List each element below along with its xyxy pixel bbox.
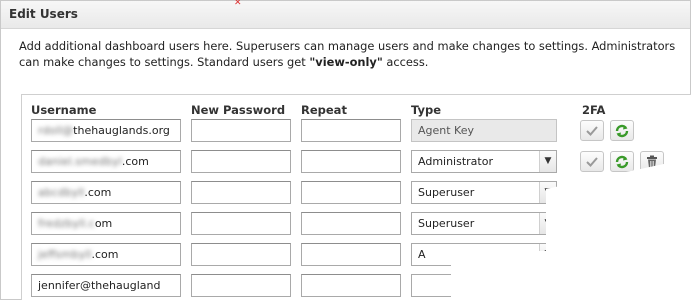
repeat-password-input[interactable] — [301, 243, 401, 266]
repeat-password-input[interactable] — [301, 212, 401, 235]
repeat-password-input[interactable] — [301, 274, 401, 297]
username-input[interactable]: fredzbyll.com — [31, 212, 181, 235]
type-value-readonly: Agent Key — [411, 119, 557, 142]
new-password-input[interactable] — [191, 274, 291, 297]
new-password-input[interactable] — [191, 150, 291, 173]
edit-users-dialog: Edit Users ✕ Add additional dashboard us… — [0, 0, 691, 300]
username-redacted: rdoll@ — [38, 124, 74, 137]
username-input[interactable]: rdoll@thehauglands.org — [31, 119, 181, 142]
type-value: Superuser — [418, 217, 475, 230]
type-value: Administrator — [418, 155, 493, 168]
header-repeat: Repeat — [301, 103, 347, 117]
username-redacted: daniel.smedbyl — [38, 155, 122, 168]
close-mark-icon[interactable]: ✕ — [234, 0, 242, 8]
check-icon[interactable] — [580, 151, 604, 172]
cropped-bottom — [451, 251, 691, 300]
refresh-icon[interactable] — [610, 120, 634, 141]
username-text: thehauglands.org — [73, 124, 170, 137]
type-select[interactable]: Superuser▼ — [411, 212, 557, 235]
username-redacted: fredzbyll.c — [38, 217, 95, 230]
username-input[interactable]: daniel.smedbyl.com — [31, 150, 181, 173]
repeat-password-input[interactable] — [301, 181, 401, 204]
username-text: .com — [91, 248, 119, 261]
description-text-2: access. — [382, 55, 429, 69]
username-text: jennifer@thehaugland — [38, 279, 161, 292]
username-input[interactable]: jeffsmbyll.com — [31, 243, 181, 266]
username-redacted: jeffsmbyll — [38, 248, 92, 261]
header-2fa: 2FA — [582, 103, 606, 117]
description-bold: "view-only" — [309, 55, 383, 69]
username-text: .com — [84, 186, 112, 199]
chevron-down-icon[interactable]: ▼ — [539, 151, 556, 172]
new-password-input[interactable] — [191, 243, 291, 266]
repeat-password-input[interactable] — [301, 150, 401, 173]
new-password-input[interactable] — [191, 212, 291, 235]
type-select[interactable]: Administrator ▼ — [411, 150, 557, 173]
refresh-icon[interactable] — [610, 151, 634, 172]
username-redacted: abcdbyll — [38, 186, 85, 199]
username-input[interactable]: abcdbyll.com — [31, 181, 181, 204]
new-password-input[interactable] — [191, 181, 291, 204]
type-value: A — [418, 248, 426, 261]
username-input[interactable]: jennifer@thehaugland — [31, 274, 181, 297]
dialog-title: Edit Users — [1, 1, 690, 29]
header-username: Username — [31, 103, 97, 117]
type-value: Superuser — [418, 186, 475, 199]
header-new-password: New Password — [191, 103, 286, 117]
username-text: om — [94, 217, 113, 230]
dialog-description: Add additional dashboard users here. Sup… — [19, 38, 679, 70]
type-select[interactable]: Superuser▼ — [411, 181, 557, 204]
new-password-input[interactable] — [191, 119, 291, 142]
check-icon[interactable] — [580, 120, 604, 141]
username-text: .com — [121, 155, 149, 168]
repeat-password-input[interactable] — [301, 119, 401, 142]
header-type: Type — [411, 103, 442, 117]
